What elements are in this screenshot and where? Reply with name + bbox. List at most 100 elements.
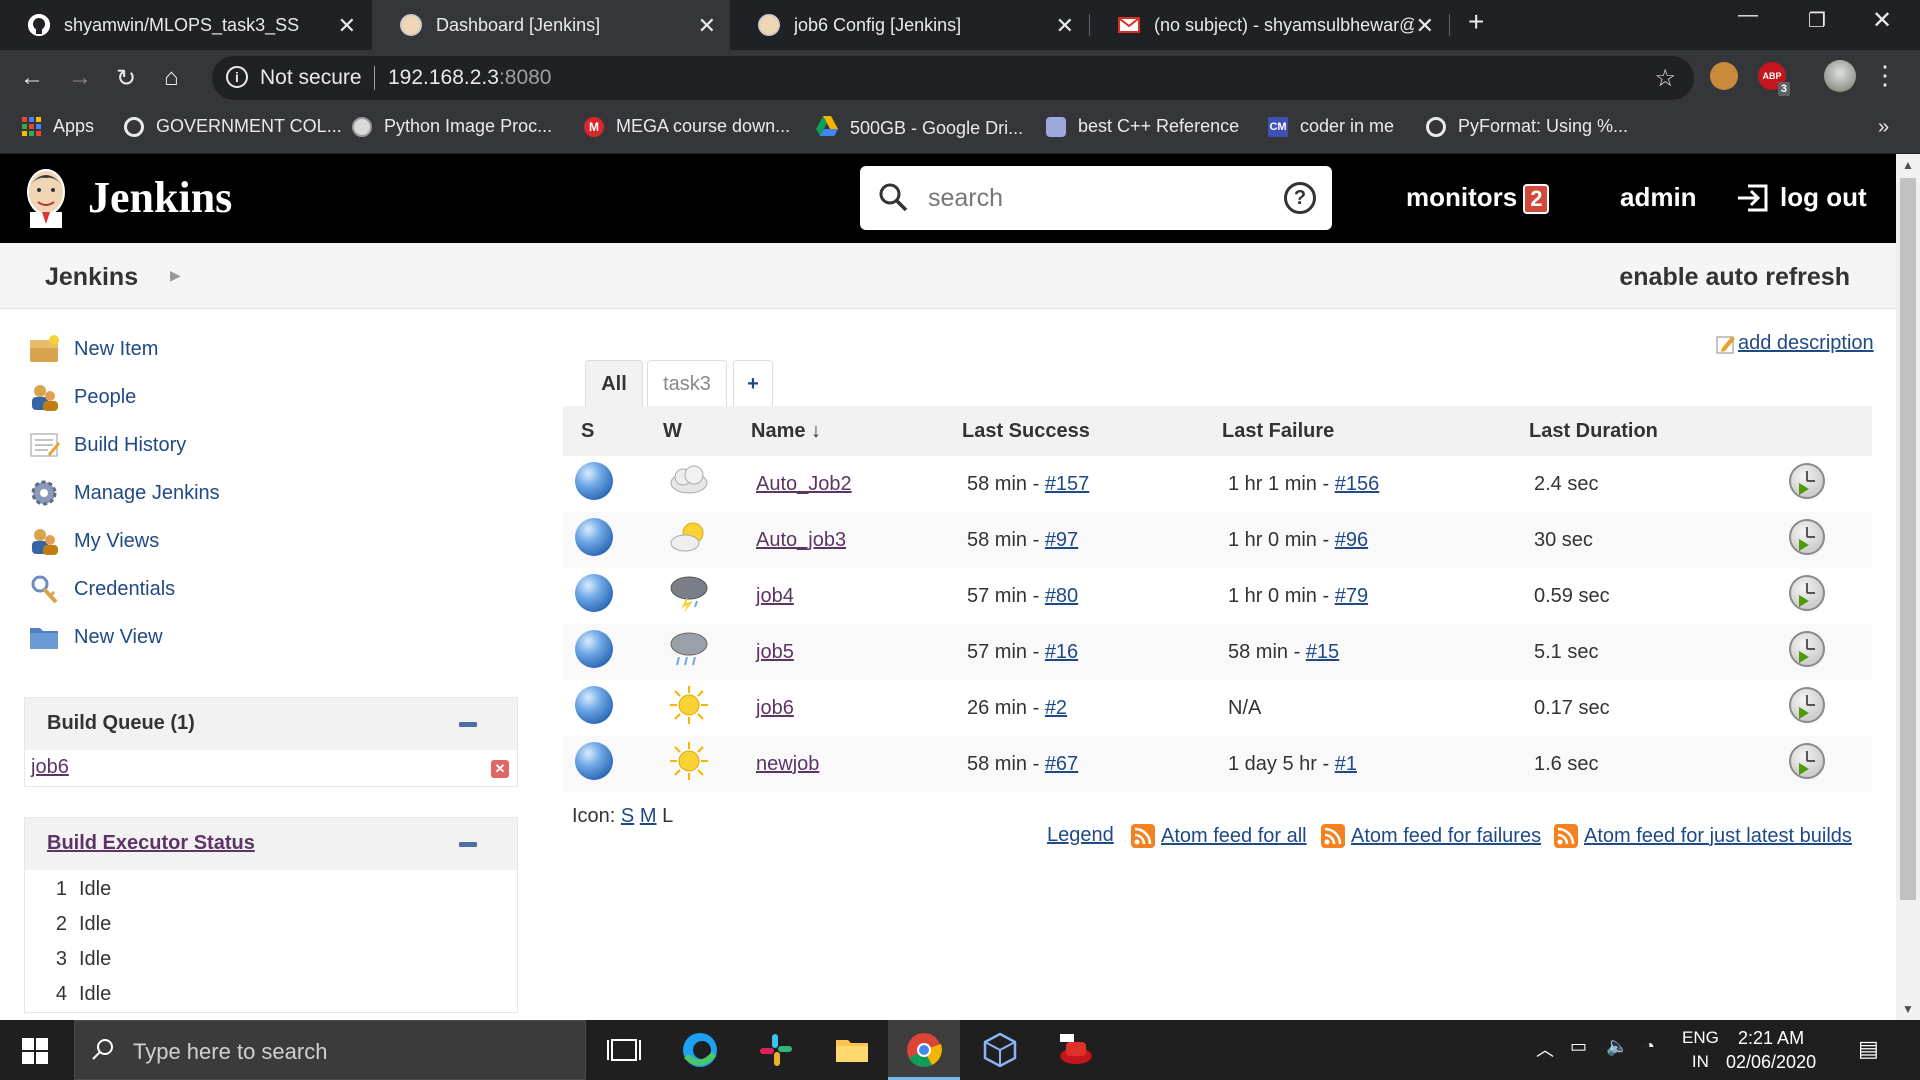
jenkins-title[interactable]: Jenkins [88, 172, 232, 223]
status-ball-icon[interactable] [575, 574, 613, 612]
last-success-build-link[interactable]: #97 [1045, 529, 1078, 551]
legend-link[interactable]: Legend [1047, 824, 1114, 847]
bookmark-government-col[interactable]: GOVERNMENT COL... [124, 116, 342, 137]
bookmark-google-drive[interactable]: 500GB - Google Dri... [816, 116, 1023, 141]
profile-avatar[interactable] [1824, 60, 1856, 92]
status-ball-icon[interactable] [575, 462, 613, 500]
scrollbar-thumb[interactable] [1900, 178, 1916, 900]
chrome-icon[interactable] [904, 1030, 944, 1070]
schedule-build-icon[interactable] [1789, 575, 1825, 611]
bookmark-pyformat[interactable]: PyFormat: Using %... [1426, 116, 1628, 137]
battery-icon[interactable]: ▭ [1570, 1036, 1587, 1057]
column-status[interactable]: S [563, 406, 645, 456]
weather-rain-icon[interactable] [645, 624, 745, 680]
status-ball-icon[interactable] [575, 518, 613, 556]
tab-job6-config[interactable]: job6 Config [Jenkins] ✕ [730, 0, 1088, 50]
weather-sunny-icon[interactable] [645, 680, 745, 736]
weather-cloudy-icon[interactable] [645, 456, 745, 512]
cancel-icon[interactable]: ✕ [491, 760, 509, 778]
job-link[interactable]: Auto_Job2 [756, 473, 852, 495]
side-link-new-view[interactable]: New View [28, 622, 163, 652]
forward-arrow-icon[interactable]: → [68, 64, 92, 92]
status-ball-icon[interactable] [575, 742, 613, 780]
adblock-icon[interactable]: ABP 3 [1758, 62, 1790, 96]
job-link[interactable]: job6 [756, 697, 794, 719]
side-link-people[interactable]: People [28, 382, 136, 412]
user-link[interactable]: admin [1620, 182, 1697, 213]
slack-icon[interactable] [756, 1030, 796, 1070]
job-link[interactable]: job5 [756, 641, 794, 663]
executor-status-title[interactable]: Build Executor Status [47, 832, 255, 855]
queue-item-link[interactable]: job6 [31, 756, 69, 779]
side-link-build-history[interactable]: Build History [28, 430, 186, 460]
icon-size-small-link[interactable]: S [621, 805, 634, 827]
close-tab-icon[interactable]: ✕ [338, 13, 356, 39]
wifi-icon[interactable]: ◔ [1644, 1036, 1655, 1057]
help-icon[interactable]: ? [1284, 182, 1316, 214]
taskbar-search[interactable]: Type here to search [74, 1020, 586, 1080]
last-failure-build-link[interactable]: #156 [1335, 473, 1380, 495]
minimize-icon[interactable]: — [1738, 4, 1758, 27]
add-view-tab[interactable]: + [733, 360, 773, 406]
edge-browser-icon[interactable] [680, 1030, 720, 1070]
close-tab-icon[interactable]: ✕ [1416, 13, 1434, 39]
column-last-duration[interactable]: Last Duration [1529, 406, 1759, 456]
side-link-my-views[interactable]: My Views [28, 526, 159, 556]
bookmark-mega[interactable]: M MEGA course down... [584, 116, 790, 137]
job-link[interactable]: Auto_job3 [756, 529, 846, 551]
feed-all[interactable]: Atom feed for all [1131, 824, 1307, 848]
collapse-icon[interactable] [459, 842, 477, 847]
search-input[interactable] [928, 180, 1268, 216]
back-arrow-icon[interactable]: ← [20, 64, 44, 92]
language-indicator[interactable]: ENG IN [1682, 1026, 1719, 1074]
last-success-build-link[interactable]: #80 [1045, 585, 1078, 607]
tab-task3[interactable]: task3 [647, 360, 727, 406]
tray-overflow-icon[interactable]: ︿ [1536, 1036, 1554, 1062]
column-last-failure[interactable]: Last Failure [1222, 406, 1529, 456]
job-link[interactable]: newjob [756, 753, 819, 775]
weather-thunderstorm-icon[interactable] [645, 568, 745, 624]
notifications-icon[interactable]: ▤ [1858, 1036, 1879, 1062]
reload-icon[interactable]: ↻ [116, 64, 136, 93]
restore-icon[interactable]: ❐ [1808, 8, 1826, 33]
home-icon[interactable]: ⌂ [164, 64, 179, 92]
close-tab-icon[interactable]: ✕ [1056, 13, 1074, 39]
task-view-icon[interactable] [604, 1030, 644, 1070]
last-failure-build-link[interactable]: #96 [1335, 529, 1368, 551]
schedule-build-icon[interactable] [1789, 519, 1825, 555]
new-tab-button[interactable]: + [1468, 6, 1484, 38]
virtualbox-icon[interactable] [980, 1030, 1020, 1070]
windows-start-icon[interactable] [22, 1038, 48, 1064]
status-ball-icon[interactable] [575, 686, 613, 724]
column-weather[interactable]: W [645, 406, 745, 456]
breadcrumb-arrow-icon[interactable]: ▶ [170, 267, 181, 284]
schedule-build-icon[interactable] [1789, 743, 1825, 779]
status-ball-icon[interactable] [575, 630, 613, 668]
feed-latest-link[interactable]: Atom feed for just latest builds [1584, 825, 1852, 848]
close-window-icon[interactable]: ✕ [1872, 6, 1892, 35]
schedule-build-icon[interactable] [1789, 687, 1825, 723]
last-failure-build-link[interactable]: #15 [1306, 641, 1339, 663]
url-text[interactable]: 192.168.2.3:8080 [388, 66, 552, 90]
tab-gmail[interactable]: (no subject) - shyamsulbhewar@ ✕ [1090, 0, 1448, 50]
collapse-icon[interactable] [459, 722, 477, 727]
redhat-app-icon[interactable] [1056, 1030, 1096, 1070]
monitors-link[interactable]: monitors 2 [1406, 182, 1550, 214]
schedule-build-icon[interactable] [1789, 631, 1825, 667]
clock[interactable]: 2:21 AM 02/06/2020 [1726, 1026, 1816, 1074]
jenkins-logo-icon[interactable] [22, 166, 70, 228]
tab-all[interactable]: All [585, 360, 643, 406]
add-description-link[interactable]: add description [1716, 332, 1874, 355]
side-link-credentials[interactable]: Credentials [28, 574, 175, 604]
auto-refresh-link[interactable]: enable auto refresh [1619, 263, 1850, 292]
tab-dashboard[interactable]: Dashboard [Jenkins] ✕ [372, 0, 730, 50]
last-failure-build-link[interactable]: #1 [1335, 753, 1357, 775]
info-icon[interactable]: i [226, 66, 248, 88]
weather-sunny-icon[interactable] [645, 736, 745, 792]
scroll-down-icon[interactable]: ▼ [1902, 1002, 1914, 1016]
bookmarks-overflow-icon[interactable]: » [1878, 116, 1889, 139]
feed-failures[interactable]: Atom feed for failures [1321, 824, 1541, 848]
close-tab-icon[interactable]: ✕ [698, 13, 716, 39]
feed-failures-link[interactable]: Atom feed for failures [1351, 825, 1541, 848]
logout-link[interactable]: log out [1736, 182, 1867, 213]
